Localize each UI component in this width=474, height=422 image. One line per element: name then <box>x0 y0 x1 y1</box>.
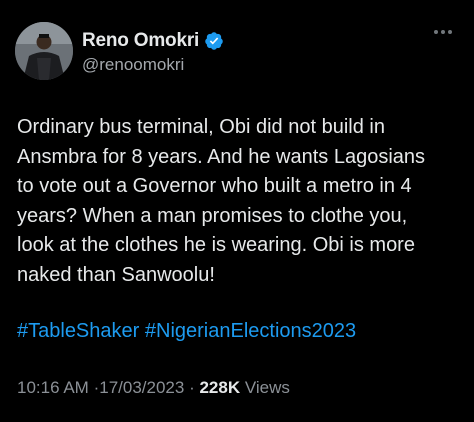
avatar[interactable] <box>15 22 73 80</box>
author-name-row[interactable]: Reno Omokri <box>82 30 224 52</box>
more-dot <box>448 30 452 34</box>
verified-badge-icon <box>205 32 223 50</box>
tweet-text: Ordinary bus terminal, Obi did not build… <box>17 113 462 290</box>
author-display-name[interactable]: Reno Omokri <box>82 30 199 52</box>
more-dot <box>434 30 438 34</box>
tweet-meta: 10:16 AM ·17/03/2023 · 228K Views <box>17 378 290 398</box>
meta-separator: · <box>189 378 195 397</box>
more-dot <box>441 30 445 34</box>
tweet-text-line: to vote out a Governor who built a metro… <box>17 175 412 197</box>
tweet-text-line: look at the clothes he is wearing. Obi i… <box>17 234 415 256</box>
tweet-text-line: years? When a man promises to clothe you… <box>17 204 408 227</box>
views-label: Views <box>244 378 290 397</box>
avatar-photo <box>15 22 73 80</box>
tweet-date[interactable]: 17/03/2023 <box>99 378 184 397</box>
hashtag-link-nigerianelections2023[interactable]: #NigerianElections2023 <box>145 320 356 342</box>
views-count[interactable]: 228K <box>199 378 240 397</box>
tweet-text-line: Ansmbra for 8 years. And he wants Lagosi… <box>17 145 426 168</box>
tweet-hashtags: #TableShaker #NigerianElections2023 <box>17 318 356 344</box>
tweet-time[interactable]: 10:16 AM <box>17 378 89 397</box>
tweet-card: Reno Omokri @renoomokri Ordinary bus ter… <box>0 0 474 422</box>
hashtag-link-tableshaker[interactable]: #TableShaker <box>17 320 139 342</box>
more-horizontal-icon[interactable] <box>434 30 452 34</box>
tweet-text-line: Ordinary bus terminal, Obi did not build… <box>17 116 385 138</box>
author-handle[interactable]: @renoomokri <box>82 55 184 75</box>
tweet-text-line: naked than Sanwoolu! <box>17 263 215 286</box>
